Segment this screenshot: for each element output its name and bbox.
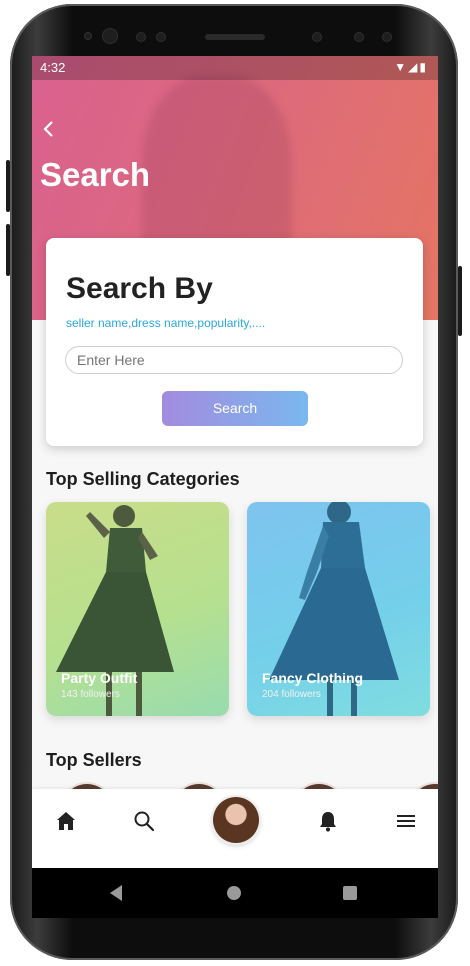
menu-icon[interactable] — [394, 809, 418, 833]
search-card-heading: Search By — [66, 272, 213, 305]
sensor-dot — [136, 32, 146, 42]
home-circle-icon[interactable] — [226, 885, 242, 901]
sensor-dot — [354, 32, 364, 42]
chevron-left-icon — [43, 121, 53, 137]
category-followers: 143 followers — [61, 689, 120, 700]
front-camera-icon — [312, 32, 322, 42]
recents-square-icon[interactable] — [342, 885, 358, 901]
status-time: 4:32 — [40, 60, 66, 75]
categories-title: Top Selling Categories — [46, 469, 240, 489]
camera-icon — [102, 28, 118, 44]
category-name: Fancy Clothing — [262, 670, 364, 686]
volume-button — [6, 160, 10, 212]
search-icon[interactable] — [132, 809, 156, 833]
bottom-nav — [32, 789, 438, 868]
status-bar: 4:32 ▼◢▮ — [32, 56, 438, 80]
category-card[interactable]: Party Outfit 143 followers — [46, 502, 229, 716]
app-screen: 4:32 ▼◢▮ Search Search By seller name,dr… — [32, 56, 438, 918]
search-hint: seller name,dress name,popularity,.... — [66, 316, 266, 330]
sellers-title: Top Sellers — [46, 750, 142, 770]
category-card[interactable]: Fancy Clothing 204 followers — [247, 502, 430, 716]
category-name: Party Outfit — [61, 670, 138, 686]
sensor-dot — [84, 32, 92, 40]
back-triangle-icon[interactable] — [108, 884, 124, 902]
back-button[interactable] — [42, 118, 56, 144]
page-title: Search — [40, 156, 151, 193]
volume-button — [6, 224, 10, 276]
power-button — [458, 266, 462, 336]
earpiece-speaker — [205, 34, 265, 40]
status-icons: ▼◢▮ — [394, 60, 428, 74]
bell-icon[interactable] — [316, 809, 340, 833]
category-followers: 204 followers — [262, 689, 321, 700]
search-card: Search By seller name,dress name,popular… — [46, 238, 423, 446]
home-icon[interactable] — [54, 809, 78, 833]
sensor-dot — [156, 32, 166, 42]
search-button[interactable]: Search — [162, 391, 308, 426]
profile-avatar[interactable] — [213, 797, 259, 843]
sensor-dot — [382, 32, 392, 42]
search-input[interactable] — [65, 346, 403, 374]
system-nav-bar — [32, 868, 438, 918]
